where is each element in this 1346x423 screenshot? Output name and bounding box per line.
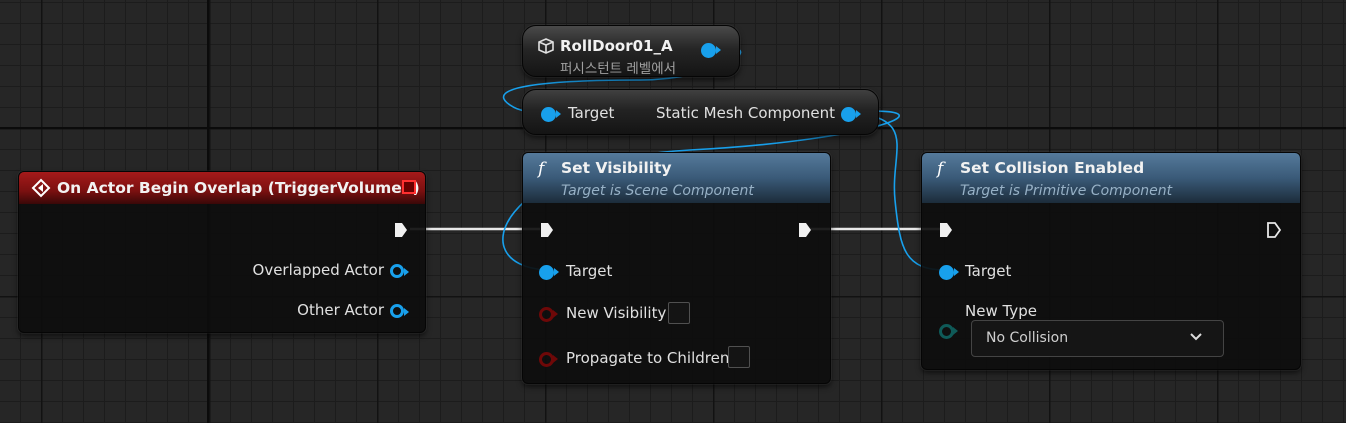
- new-type-value: No Collision: [986, 330, 1069, 346]
- set-collision-header: f Set Collision Enabled Target is Primit…: [922, 153, 1300, 203]
- exec-in-pin[interactable]: [938, 221, 954, 239]
- event-delegate-icon[interactable]: [402, 180, 416, 194]
- set-visibility-title: Set Visibility: [561, 159, 672, 177]
- event-node-on-actor-begin-overlap[interactable]: On Actor Begin Overlap (TriggerVolume2) …: [18, 171, 426, 333]
- target-label: Target: [566, 262, 613, 280]
- event-diamond-icon: [31, 178, 51, 198]
- function-icon: f: [937, 159, 944, 179]
- propagate-to-children-checkbox[interactable]: [728, 346, 750, 368]
- set-visibility-header: f Set Visibility Target is Scene Compone…: [523, 153, 830, 203]
- exec-out-pin[interactable]: [1266, 221, 1282, 239]
- set-visibility-node[interactable]: f Set Visibility Target is Scene Compone…: [522, 152, 831, 384]
- actor-reference-node[interactable]: RollDoor01_A 퍼시스턴트 레벨에서: [522, 25, 740, 77]
- function-icon: f: [538, 159, 545, 179]
- getter-output-pin[interactable]: [841, 107, 861, 122]
- exec-out-pin[interactable]: [393, 221, 409, 239]
- pin-label-other-actor: Other Actor: [297, 301, 384, 319]
- set-collision-subtitle: Target is Primitive Component: [960, 183, 1173, 199]
- set-collision-title: Set Collision Enabled: [960, 159, 1145, 177]
- chevron-down-icon: [1190, 333, 1202, 341]
- event-node-header: On Actor Begin Overlap (TriggerVolume2): [19, 172, 425, 204]
- static-mesh-component-getter[interactable]: Target Static Mesh Component: [522, 89, 879, 135]
- set-visibility-subtitle: Target is Scene Component: [561, 183, 754, 199]
- cube-icon: [538, 38, 554, 54]
- reference-node-title: RollDoor01_A: [560, 37, 673, 55]
- exec-in-pin[interactable]: [539, 221, 555, 239]
- set-collision-enabled-node[interactable]: f Set Collision Enabled Target is Primit…: [921, 152, 1301, 370]
- new-visibility-checkbox[interactable]: [668, 302, 690, 324]
- event-node-title: On Actor Begin Overlap (TriggerVolume2): [57, 179, 420, 197]
- new-visibility-pin[interactable]: [539, 307, 558, 322]
- new-type-dropdown[interactable]: No Collision: [971, 320, 1224, 357]
- pin-label-overlapped-actor: Overlapped Actor: [252, 261, 384, 279]
- propagate-to-children-label: Propagate to Children: [566, 349, 730, 367]
- target-pin[interactable]: [939, 265, 959, 280]
- reference-output-pin[interactable]: [701, 43, 721, 58]
- getter-output-label: Static Mesh Component: [655, 104, 835, 122]
- target-pin[interactable]: [539, 265, 559, 280]
- target-label: Target: [965, 262, 1012, 280]
- new-type-pin[interactable]: [939, 324, 958, 339]
- getter-target-pin[interactable]: [541, 107, 561, 122]
- new-visibility-label: New Visibility: [566, 304, 667, 322]
- overlapped-actor-pin[interactable]: [390, 264, 409, 278]
- propagate-to-children-pin[interactable]: [539, 352, 558, 367]
- other-actor-pin[interactable]: [390, 304, 409, 318]
- getter-target-label: Target: [568, 104, 615, 122]
- new-type-label: New Type: [965, 302, 1037, 320]
- reference-node-subtitle: 퍼시스턴트 레벨에서: [560, 61, 677, 77]
- exec-out-pin[interactable]: [797, 221, 813, 239]
